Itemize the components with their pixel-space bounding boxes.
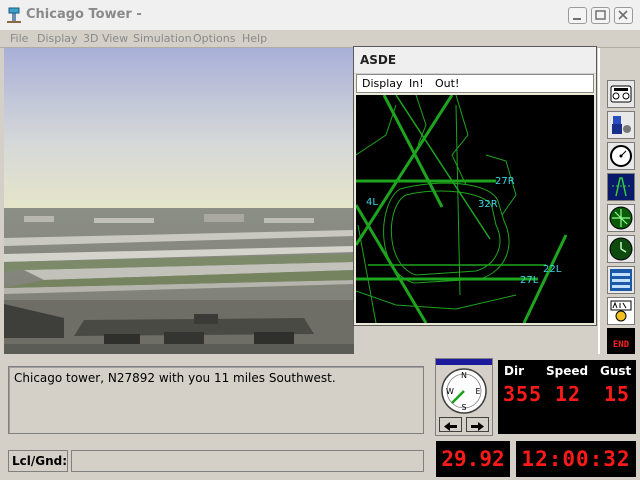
rotate-left-button[interactable] <box>439 417 462 432</box>
runway-label-4l: 4L <box>366 197 378 208</box>
menu-display[interactable]: Display <box>37 32 78 45</box>
altimeter-value: 29.92 <box>441 447 505 471</box>
end-icon: END <box>609 332 633 352</box>
rotate-right-button[interactable] <box>466 417 489 432</box>
abc-atis-icon <box>610 300 632 322</box>
radio-panel-button[interactable] <box>607 80 635 108</box>
command-input[interactable] <box>71 450 424 472</box>
maximize-button[interactable] <box>591 7 610 24</box>
frequency-label: Lcl/Gnd: <box>12 454 68 468</box>
strip-bay-icon <box>610 269 632 291</box>
controller-button[interactable] <box>607 111 635 139</box>
runway-label-32r: 32R <box>478 199 498 210</box>
close-icon <box>618 10 628 20</box>
atis-button[interactable] <box>607 297 635 325</box>
wind-gust-label: Gust <box>600 364 632 378</box>
svg-text:W: W <box>446 387 454 396</box>
svg-text:END: END <box>613 340 630 350</box>
runway-label-22l: 22L <box>543 264 562 275</box>
left-arrow-icon <box>444 422 457 431</box>
tower-3d-view[interactable] <box>4 48 354 354</box>
wind-speed-label: Speed <box>546 364 589 378</box>
window-title: Chicago Tower - <box>26 7 142 22</box>
airport-surface-map: 27R 4L 32R 22L 27L <box>356 95 568 323</box>
asde-menu-zoom-out[interactable]: Out! <box>435 77 459 90</box>
menu-help[interactable]: Help <box>242 32 267 45</box>
menu-3d-view[interactable]: 3D View <box>83 32 128 45</box>
wind-gust-value: 15 <box>604 382 631 406</box>
radio-panel-icon <box>610 85 632 103</box>
asde-menu-zoom-in[interactable]: In! <box>409 77 424 90</box>
pilot-message: Chicago tower, N27892 with you 11 miles … <box>14 371 336 385</box>
minimize-icon <box>573 18 581 20</box>
radar-scope-button[interactable] <box>607 173 635 201</box>
green-radar-button[interactable] <box>607 204 635 232</box>
gauge-icon <box>610 145 632 167</box>
runway-label-27l: 27L <box>520 275 539 286</box>
asde-menu-bar: Display In! Out! <box>356 74 594 93</box>
compass-rose-icon: N E S W <box>441 368 487 414</box>
strip-bay-button[interactable] <box>607 266 635 294</box>
minimize-button[interactable] <box>568 7 587 24</box>
controller-icon <box>612 116 631 134</box>
clock-button[interactable] <box>607 235 635 263</box>
tower-app-icon <box>7 7 21 23</box>
altimeter-display: 29.92 <box>436 441 510 477</box>
maximize-icon <box>595 10 606 20</box>
svg-text:N: N <box>461 371 467 380</box>
compass-panel: N E S W <box>435 358 493 436</box>
asde-title-bar[interactable]: ASDE <box>354 47 596 74</box>
radio-message-box: Chicago tower, N27892 with you 11 miles … <box>8 366 424 434</box>
asde-radar-display[interactable]: 27R 4L 32R 22L 27L <box>356 95 594 323</box>
radar-scope-icon <box>610 176 632 198</box>
wind-dir-label: Dir <box>504 364 524 378</box>
tool-strip: END <box>598 48 638 356</box>
frequency-label-box: Lcl/Gnd: <box>8 450 68 472</box>
menu-file[interactable]: File <box>10 32 28 45</box>
svg-text:E: E <box>475 387 480 396</box>
title-bar[interactable]: Chicago Tower - <box>0 0 640 31</box>
wind-display: Dir Speed Gust 355 12 15 <box>498 360 636 434</box>
end-button[interactable]: END <box>607 328 635 356</box>
airport-scene-image <box>4 48 354 354</box>
compass-header-bar <box>436 359 492 365</box>
wind-speed-value: 12 <box>555 382 582 406</box>
runway-label-27r: 27R <box>495 176 515 187</box>
menu-simulation[interactable]: Simulation <box>133 32 192 45</box>
close-button[interactable] <box>614 7 633 24</box>
asde-window[interactable]: ASDE Display In! Out! 27R 4L 32R 22L 27L <box>353 46 597 326</box>
wind-dir-value: 355 <box>503 382 543 406</box>
right-arrow-icon <box>471 422 484 431</box>
clock-value: 12:00:32 <box>521 447 631 471</box>
menu-options[interactable]: Options <box>193 32 235 45</box>
asde-title: ASDE <box>360 53 397 67</box>
asde-menu-display[interactable]: Display <box>362 77 403 90</box>
svg-text:S: S <box>461 403 466 412</box>
clock-icon <box>609 237 633 261</box>
gauge-button[interactable] <box>607 142 635 170</box>
green-radar-icon <box>609 206 633 230</box>
clock-display: 12:00:32 <box>516 441 636 477</box>
